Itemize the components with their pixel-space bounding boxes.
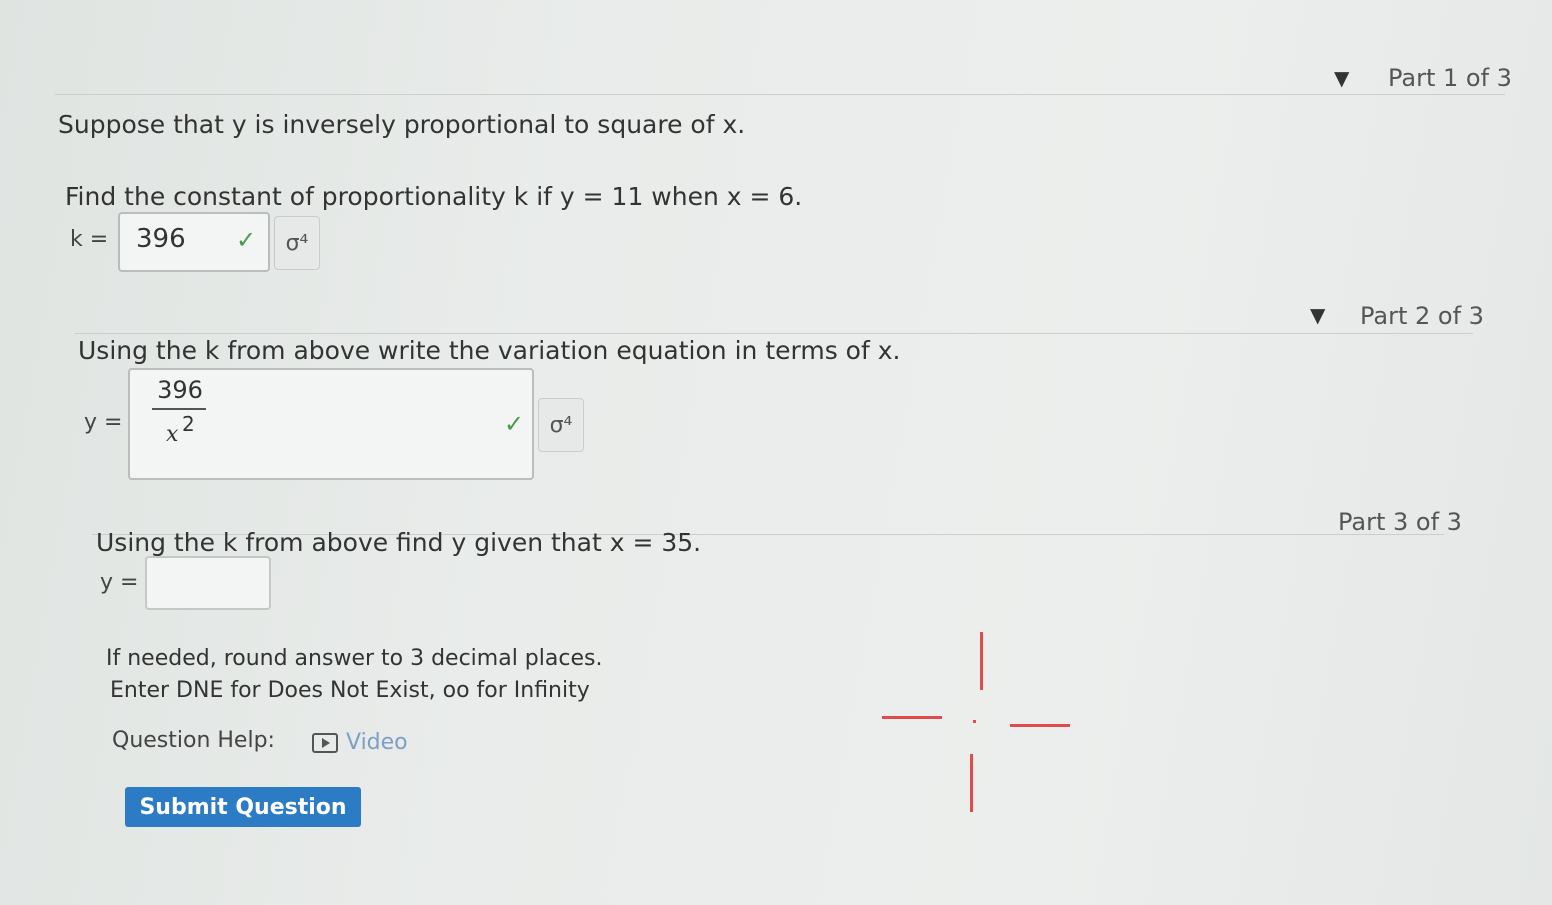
part2-answer-label: y =	[84, 410, 123, 435]
part1-collapse-caret-icon[interactable]: ▼	[1334, 66, 1349, 90]
part2-header[interactable]: Part 2 of 3	[1360, 302, 1484, 330]
part3-answer-label: y =	[100, 570, 139, 595]
part1-answer-input[interactable]: 396 ✓	[118, 212, 270, 272]
question-help-label: Question Help:	[112, 728, 275, 753]
video-help-link[interactable]: Video	[312, 730, 408, 755]
correct-check-icon: ✓	[504, 410, 525, 438]
part1-divider	[55, 94, 1505, 95]
correct-check-icon: ✓	[236, 226, 257, 254]
submit-question-button[interactable]: Submit Question	[125, 787, 361, 827]
equation-editor-icon: σ⁴	[285, 230, 309, 256]
video-play-icon	[312, 732, 338, 753]
fraction-bar	[152, 408, 206, 410]
part3-header[interactable]: Part 3 of 3	[1338, 508, 1462, 536]
video-label: Video	[346, 730, 408, 755]
crosshair-cursor-icon	[878, 630, 1078, 820]
equation-editor-button[interactable]: σ⁴	[274, 216, 320, 270]
part2-prompt: Using the k from above write the variati…	[78, 336, 901, 365]
part2-collapse-caret-icon[interactable]: ▼	[1310, 303, 1325, 327]
equation-editor-icon: σ⁴	[549, 412, 573, 438]
part3-answer-input[interactable]	[145, 556, 271, 610]
part1-answer-value: 396	[136, 224, 186, 254]
fraction-numerator: 396	[157, 376, 203, 404]
fraction-denominator-var: x	[166, 422, 179, 447]
equation-editor-button[interactable]: σ⁴	[538, 398, 584, 452]
part3-prompt: Using the k from above find y given that…	[96, 528, 702, 557]
round-instruction: If needed, round answer to 3 decimal pla…	[106, 646, 603, 671]
part2-divider	[75, 333, 1473, 334]
fraction-denominator-exp: 2	[182, 412, 195, 436]
part1-header[interactable]: Part 1 of 3	[1388, 64, 1512, 92]
part1-intro: Suppose that y is inversely proportional…	[58, 110, 746, 139]
part2-answer-input[interactable]: 396 x 2 ✓	[128, 368, 534, 480]
dne-instruction: Enter DNE for Does Not Exist, oo for Inf…	[110, 678, 590, 703]
part1-prompt: Find the constant of proportionality k i…	[65, 182, 803, 211]
part1-answer-label: k =	[70, 227, 109, 252]
